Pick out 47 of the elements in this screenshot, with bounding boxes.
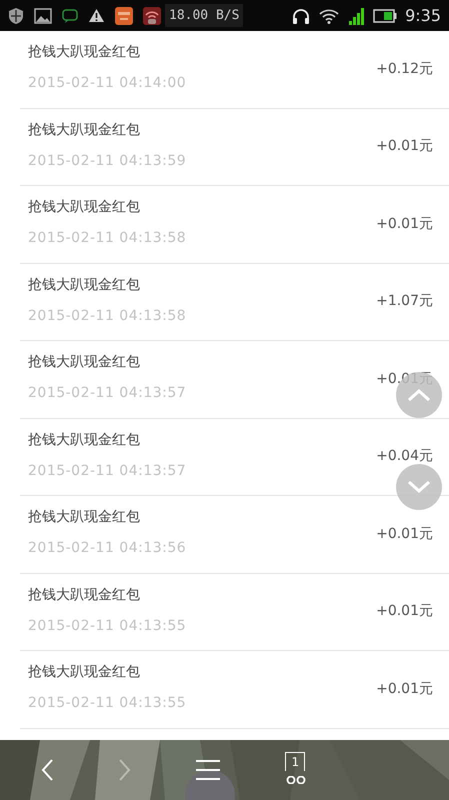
menu-icon — [195, 759, 222, 781]
record-amount: +1.07元 — [376, 292, 433, 312]
record-time: 2015-02-11 04:13:57 — [28, 384, 186, 404]
menu-button[interactable] — [195, 759, 222, 781]
record-time: 2015-02-11 04:13:58 — [28, 229, 186, 248]
record-title: 抢钱大趴现金红包 — [28, 199, 141, 216]
signal-icon — [347, 6, 366, 24]
record-time: 2015-02-11 04:13:58 — [28, 306, 186, 326]
record-title: 抢钱大趴现金红包 — [28, 44, 141, 62]
record-amount: +0.01元 — [376, 137, 433, 156]
record-time: 2015-02-11 04:13:57 — [28, 462, 186, 481]
clock-text: 9:35 — [405, 4, 441, 26]
record-title: 抢钱大趴现金红包 — [28, 586, 141, 604]
back-button[interactable] — [40, 758, 54, 782]
record-amount: +0.12元 — [376, 60, 433, 79]
record-title: 抢钱大趴现金红包 — [28, 432, 141, 449]
record-title: 抢钱大趴现金红包 — [28, 354, 141, 372]
chat-icon — [62, 8, 78, 22]
mask-icon — [285, 776, 308, 784]
wifi-app-icon — [143, 6, 161, 24]
chevron-down-icon — [407, 480, 431, 494]
record-title: 抢钱大趴现金红包 — [28, 122, 141, 139]
shield-icon — [8, 6, 24, 24]
battery-icon — [373, 8, 398, 22]
record-time: 2015-02-11 04:13:56 — [28, 539, 186, 558]
app-icon — [115, 6, 133, 24]
record-amount: +0.04元 — [376, 447, 433, 466]
record-amount: +0.01元 — [376, 680, 433, 699]
record-time: 2015-02-11 04:13:55 — [28, 694, 186, 714]
warning-icon — [88, 8, 105, 23]
record-title: 抢钱大趴现金红包 — [28, 509, 141, 526]
record-amount: +0.01元 — [376, 602, 433, 622]
record-amount: +0.01元 — [376, 524, 433, 544]
headphones-icon — [291, 6, 312, 24]
record-time: 2015-02-11 04:13:59 — [28, 152, 186, 171]
chevron-left-icon — [40, 758, 54, 782]
record-time: 2015-02-11 04:14:00 — [28, 74, 186, 94]
chevron-up-icon — [407, 388, 431, 402]
wifi-icon — [319, 8, 340, 24]
chevron-right-icon — [118, 758, 132, 782]
record-title: 抢钱大趴现金红包 — [28, 276, 141, 294]
scroll-down-button[interactable] — [396, 464, 442, 510]
image-icon — [34, 8, 52, 24]
network-speed-text: 18.00 B/S — [165, 4, 244, 28]
record-amount: +0.01元 — [376, 214, 433, 234]
record-time: 2015-02-11 04:13:55 — [28, 616, 186, 636]
record-title: 抢钱大趴现金红包 — [28, 664, 141, 682]
